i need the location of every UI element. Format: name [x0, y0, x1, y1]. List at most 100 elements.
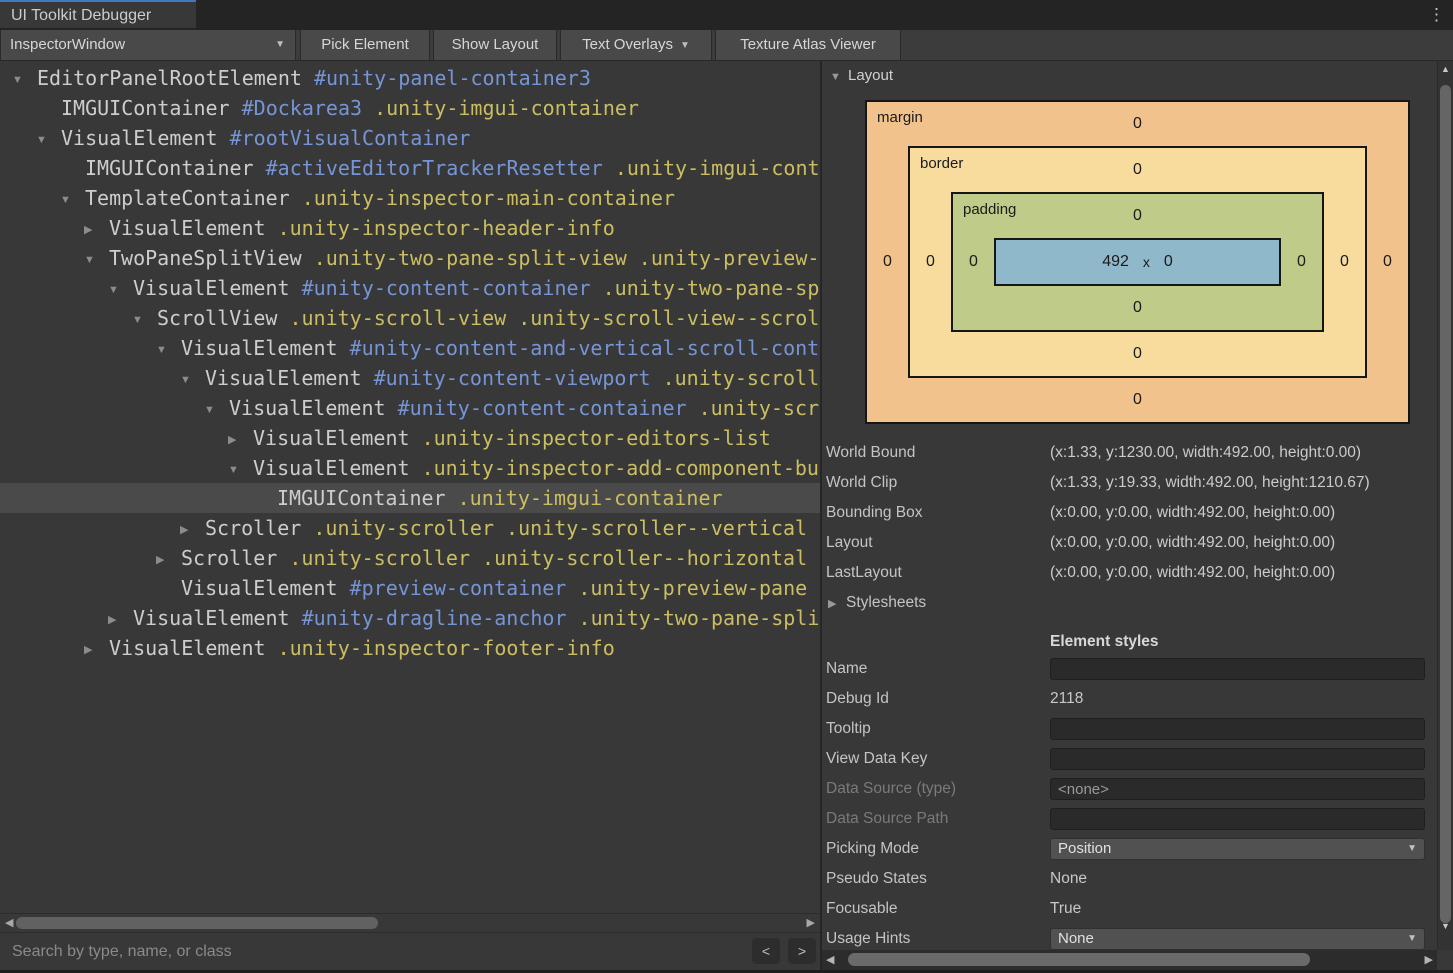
expand-arrow-icon[interactable]: ▼ — [60, 185, 85, 213]
expand-arrow-icon[interactable]: ▼ — [830, 62, 848, 92]
tree-row[interactable]: IMGUIContainer #activeEditorTrackerReset… — [0, 153, 820, 183]
scroll-right-icon[interactable]: ▶ — [1425, 954, 1433, 967]
field-label: Debug Id — [826, 684, 889, 714]
tree-hscroll-thumb[interactable] — [16, 917, 378, 929]
tree-row[interactable]: ▼VisualElement #unity-content-container … — [0, 273, 820, 303]
margin-top-value: 0 — [908, 102, 1367, 146]
scroll-left-icon[interactable]: ◀ — [5, 917, 13, 930]
name-field[interactable] — [1050, 658, 1425, 680]
collapse-arrow-icon[interactable]: ▶ — [156, 545, 181, 573]
pick-element-button[interactable]: Pick Element — [300, 30, 430, 60]
texture-atlas-viewer-button[interactable]: Texture Atlas Viewer — [715, 30, 901, 60]
expand-arrow-icon[interactable]: ▼ — [156, 335, 181, 363]
tree-row[interactable]: ▼ScrollView .unity-scroll-view .unity-sc… — [0, 303, 820, 333]
collapse-arrow-icon[interactable]: ▶ — [84, 635, 109, 663]
tree-row[interactable]: ▼VisualElement #rootVisualContainer — [0, 123, 820, 153]
tree-row[interactable]: ▶VisualElement #unity-dragline-anchor .u… — [0, 603, 820, 633]
dropdown-value: None — [1058, 930, 1094, 947]
scroll-up-icon[interactable]: ▲ — [1438, 61, 1453, 77]
tree-row[interactable]: ▶Scroller .unity-scroller .unity-scrolle… — [0, 513, 820, 543]
usage-hints-dropdown[interactable]: None▼ — [1050, 928, 1425, 950]
expand-arrow-icon[interactable]: ▼ — [132, 305, 157, 333]
detail-horizontal-scrollbar[interactable]: ◀ ▶ — [822, 950, 1437, 970]
element-id: #unity-content-container — [290, 276, 591, 300]
layout-section-header[interactable]: ▼Layout — [822, 61, 1437, 91]
detail-vscroll-thumb[interactable] — [1440, 85, 1451, 923]
text-overlays-dropdown[interactable]: Text Overlays▼ — [560, 30, 712, 60]
tree-row[interactable]: ▼VisualElement .unity-inspector-add-comp… — [0, 453, 820, 483]
margin-bottom-value: 0 — [908, 378, 1367, 422]
element-class: .unity-scroller--vertical — [494, 516, 807, 540]
tree-row[interactable]: ▶VisualElement .unity-inspector-footer-i… — [0, 633, 820, 663]
picking-mode-dropdown[interactable]: Position▼ — [1050, 838, 1425, 860]
tree-row[interactable]: ▼VisualElement #unity-content-and-vertic… — [0, 333, 820, 363]
inspector-detail-panel: ▼Layout margin 0 0 0 0 border 0 0 0 0 — [822, 61, 1437, 950]
expand-arrow-icon[interactable]: ▼ — [108, 275, 133, 303]
margin-right-value: 0 — [1367, 146, 1408, 378]
collapse-arrow-icon[interactable]: ▶ — [828, 589, 846, 619]
tree-row[interactable]: ▶VisualElement .unity-inspector-editors-… — [0, 423, 820, 453]
search-prev-button[interactable]: < — [752, 938, 780, 964]
data-source-path-field[interactable] — [1050, 808, 1425, 830]
element-style-field-row: Usage HintsNone▼ — [822, 924, 1437, 950]
tree-row[interactable]: ▶VisualElement .unity-inspector-header-i… — [0, 213, 820, 243]
scroll-right-icon[interactable]: ▶ — [807, 917, 815, 930]
element-class: .unity-scroll — [651, 366, 820, 390]
element-style-field-row: Name — [822, 654, 1437, 684]
tree-row[interactable]: ▼TemplateContainer .unity-inspector-main… — [0, 183, 820, 213]
border-left-value: 0 — [910, 192, 951, 332]
collapse-arrow-icon[interactable]: ▶ — [84, 215, 109, 243]
tree-row[interactable]: IMGUIContainer #Dockarea3 .unity-imgui-c… — [0, 93, 820, 123]
element-type: VisualElement — [61, 126, 218, 150]
show-layout-button[interactable]: Show Layout — [433, 30, 557, 60]
expand-arrow-icon[interactable]: ▼ — [36, 125, 61, 153]
tree-row[interactable]: ▶Scroller .unity-scroller .unity-scrolle… — [0, 543, 820, 573]
tooltip-field[interactable] — [1050, 718, 1425, 740]
stylesheets-foldout[interactable]: ▶Stylesheets — [822, 588, 1437, 618]
tree-row[interactable]: IMGUIContainer .unity-imgui-container — [0, 483, 820, 513]
collapse-arrow-icon[interactable]: ▶ — [228, 425, 253, 453]
border-right-value: 0 — [1324, 192, 1365, 332]
content-width-value: 492 — [1102, 253, 1129, 271]
element-class: .unity-imgui-container — [362, 96, 639, 120]
expand-arrow-icon[interactable]: ▼ — [204, 395, 229, 423]
collapse-arrow-icon[interactable]: ▶ — [180, 515, 205, 543]
element-style-field-row: View Data Key — [822, 744, 1437, 774]
tree-horizontal-scrollbar[interactable]: ◀ ▶ — [0, 913, 820, 933]
element-style-field-row: Data Source (type) — [822, 774, 1437, 804]
tree-row[interactable]: VisualElement #preview-container .unity-… — [0, 573, 820, 603]
view-data-key-field[interactable] — [1050, 748, 1425, 770]
tree-row[interactable]: ▼VisualElement #unity-content-container … — [0, 393, 820, 423]
kebab-menu-icon[interactable]: ⋮ — [1428, 3, 1445, 27]
search-next-button[interactable]: > — [788, 938, 816, 964]
property-value: (x:0.00, y:0.00, width:492.00, height:0.… — [1050, 564, 1335, 581]
box-model-diagram: margin 0 0 0 0 border 0 0 0 0 padding — [865, 100, 1410, 424]
scroll-left-icon[interactable]: ◀ — [826, 954, 834, 967]
chevron-down-icon: ▼ — [680, 40, 690, 51]
border-bottom-value: 0 — [951, 332, 1324, 376]
element-type: TemplateContainer — [85, 186, 290, 210]
expand-arrow-icon[interactable]: ▼ — [12, 65, 37, 93]
element-type: VisualElement — [133, 606, 290, 630]
expand-arrow-icon[interactable]: ▼ — [228, 455, 253, 483]
box-margin-layer: margin 0 0 0 0 border 0 0 0 0 padding — [865, 100, 1410, 424]
expand-arrow-icon[interactable]: ▼ — [84, 245, 109, 273]
tree-row[interactable]: ▼EditorPanelRootElement #unity-panel-con… — [0, 63, 820, 93]
tab-ui-toolkit-debugger[interactable]: UI Toolkit Debugger — [0, 0, 196, 28]
property-label: LastLayout — [822, 558, 1050, 588]
expand-arrow-icon[interactable]: ▼ — [180, 365, 205, 393]
collapse-arrow-icon[interactable]: ▶ — [108, 605, 133, 633]
element-class: .unity-scroller — [277, 546, 470, 570]
geometry-property-row: LastLayout(x:0.00, y:0.00, width:492.00,… — [822, 558, 1437, 588]
detail-vertical-scrollbar[interactable]: ▲ ▼ — [1437, 61, 1453, 950]
field-label: Data Source Path — [826, 804, 948, 834]
scroll-down-icon[interactable]: ▼ — [1438, 918, 1453, 934]
data-source-type--field[interactable] — [1050, 778, 1425, 800]
tree-row[interactable]: ▼VisualElement #unity-content-viewport .… — [0, 363, 820, 393]
detail-hscroll-thumb[interactable] — [848, 953, 1310, 966]
window-select-dropdown[interactable]: InspectorWindow ▼ — [0, 30, 296, 60]
geometry-property-row: Bounding Box(x:0.00, y:0.00, width:492.0… — [822, 498, 1437, 528]
property-label: World Bound — [822, 438, 1050, 468]
tree-row[interactable]: ▼TwoPaneSplitView .unity-two-pane-split-… — [0, 243, 820, 273]
search-input[interactable] — [10, 937, 614, 967]
